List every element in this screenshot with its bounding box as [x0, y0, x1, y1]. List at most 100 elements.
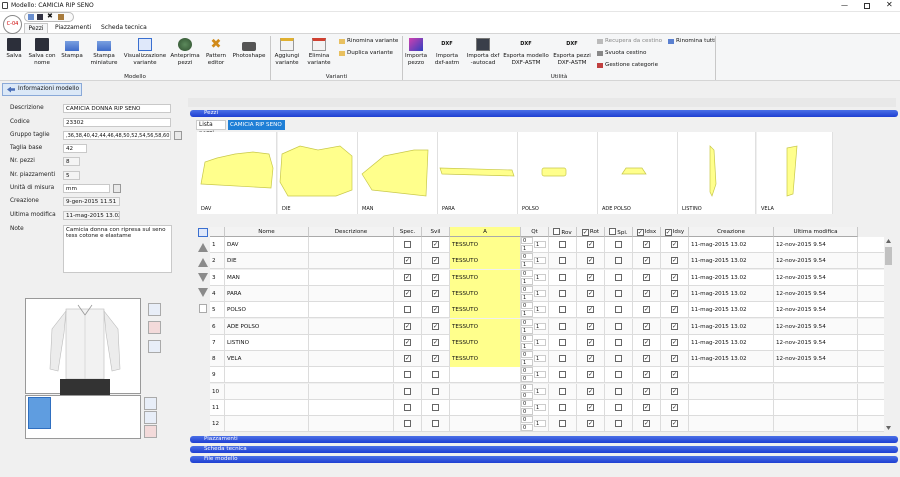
cell-creazione[interactable] — [689, 416, 774, 433]
cell-creazione[interactable]: 11-mag-2015 13.02 — [689, 237, 774, 253]
cell-idsy-checkbox[interactable]: ✓ — [671, 273, 678, 281]
cell-svil[interactable] — [422, 416, 450, 433]
cell-spec[interactable]: ✓ — [394, 351, 422, 368]
col-descrizione[interactable]: Descrizione — [309, 227, 394, 237]
cell-svil-checkbox[interactable]: ✓ — [432, 257, 439, 265]
cell-idsy-checkbox[interactable]: ✓ — [671, 338, 678, 346]
col-a[interactable]: A — [450, 227, 521, 237]
cell-idsx-checkbox[interactable]: ✓ — [643, 257, 650, 265]
cell-nome[interactable]: DAV — [225, 237, 309, 253]
cell-svil-checkbox[interactable]: ✓ — [432, 289, 439, 297]
row-index[interactable]: 11 — [210, 400, 225, 416]
cell-rov-checkbox[interactable] — [559, 387, 566, 395]
codice-field[interactable]: 23302 — [63, 118, 171, 127]
col-idsy[interactable]: ✓ Idsy — [661, 227, 689, 237]
qt-value[interactable]: 1 — [521, 261, 533, 269]
minimize-icon[interactable]: — — [841, 1, 848, 9]
cell-rot-checkbox[interactable]: ✓ — [587, 257, 594, 265]
cell-spec-checkbox[interactable]: ✓ — [404, 338, 411, 346]
cell-spec[interactable] — [394, 416, 422, 433]
table-row[interactable]: 10 0 1 0 ✓ ✓ ✓ — [210, 383, 886, 400]
cell-idsx-checkbox[interactable]: ✓ — [643, 404, 650, 411]
cell-rov[interactable] — [549, 302, 577, 319]
importa-dxf-astm-button[interactable]: DXF Importa dxf-astm — [433, 38, 461, 66]
row-index[interactable]: 3 — [210, 269, 225, 286]
scroll-up-icon[interactable] — [886, 239, 891, 243]
elimina-variante-button[interactable]: Elimina variante — [305, 38, 333, 66]
cell-a[interactable]: TESSUTO — [450, 253, 521, 270]
row-index[interactable]: 5 — [210, 302, 225, 319]
cell-qt[interactable]: 011 — [521, 253, 549, 270]
edit-photo-icon[interactable] — [148, 340, 161, 353]
cell-svil[interactable]: ✓ — [422, 285, 450, 302]
cell-spec-checkbox[interactable] — [404, 306, 411, 314]
cell-rot[interactable]: ✓ — [577, 383, 605, 400]
cell-nome[interactable]: MAN — [225, 269, 309, 286]
shape-dav[interactable]: DAV — [197, 132, 277, 214]
cell-creazione[interactable]: 11-mag-2015 13.02 — [689, 351, 774, 368]
cell-spec-checkbox[interactable] — [404, 404, 411, 411]
cell-idsy[interactable]: ✓ — [661, 302, 689, 319]
cell-spec[interactable]: ✓ — [394, 318, 422, 335]
col-idsy-checkbox[interactable]: ✓ — [664, 229, 672, 236]
cell-rov-checkbox[interactable] — [559, 338, 566, 346]
cell-nome[interactable]: DIE — [225, 253, 309, 270]
descrizione-field[interactable]: CAMICIA DONNA RIP SENO — [63, 104, 171, 113]
cell-spec-checkbox[interactable] — [404, 420, 411, 428]
col-spi-checkbox[interactable] — [609, 228, 617, 235]
cell-descrizione[interactable] — [309, 367, 394, 384]
cell-rot-checkbox[interactable]: ✓ — [587, 420, 594, 428]
unita-misura-field[interactable]: mm — [63, 184, 110, 193]
cell-spec-checkbox[interactable] — [404, 387, 411, 395]
col-rot[interactable]: ✓ Rot — [577, 227, 605, 237]
paste-icon[interactable] — [58, 14, 64, 20]
cell-descrizione[interactable] — [309, 237, 394, 253]
cell-svil-checkbox[interactable]: ✓ — [432, 306, 439, 314]
rinomina-variante-button[interactable]: Rinomina variante — [339, 38, 398, 44]
cell-idsy[interactable]: ✓ — [661, 237, 689, 253]
cell-descrizione[interactable] — [309, 334, 394, 351]
cell-idsy[interactable]: ✓ — [661, 253, 689, 270]
cell-ultima-modifica[interactable]: 12-nov-2015 9.54 — [774, 302, 858, 319]
cell-rot[interactable]: ✓ — [577, 400, 605, 416]
col-spi[interactable]: Spi. — [605, 227, 633, 237]
cell-a[interactable]: TESSUTO — [450, 334, 521, 351]
cell-svil[interactable]: ✓ — [422, 269, 450, 286]
col-rot-checkbox[interactable]: ✓ — [581, 229, 589, 236]
cell-ultima-modifica[interactable]: 12-nov-2015 9.54 — [774, 269, 858, 286]
cell-svil[interactable]: ✓ — [422, 334, 450, 351]
thumb-delete-icon[interactable] — [144, 425, 157, 438]
cell-idsy[interactable]: ✓ — [661, 383, 689, 400]
cell-idsy-checkbox[interactable]: ✓ — [671, 257, 678, 265]
thumb-add-icon[interactable] — [144, 397, 157, 410]
cell-spec-checkbox[interactable]: ✓ — [404, 289, 411, 297]
cell-rov[interactable] — [549, 351, 577, 368]
cell-idsy[interactable]: ✓ — [661, 269, 689, 286]
cell-rov[interactable] — [549, 285, 577, 302]
qt-value[interactable]: 0 — [521, 237, 533, 244]
cell-idsx[interactable]: ✓ — [633, 400, 661, 416]
cell-rot[interactable]: ✓ — [577, 351, 605, 368]
aggiungi-variante-button[interactable]: Aggiungi variante — [273, 38, 301, 66]
cell-spec[interactable] — [394, 237, 422, 253]
cell-svil[interactable] — [422, 383, 450, 400]
cell-spec[interactable] — [394, 400, 422, 416]
thumbnail-image[interactable] — [28, 397, 51, 429]
add-photo-icon[interactable] — [148, 303, 161, 316]
cell-rot-checkbox[interactable]: ✓ — [587, 241, 594, 248]
qt-value[interactable]: 0 — [521, 391, 533, 399]
qt-value[interactable]: 1 — [534, 338, 546, 346]
stampa-miniature-button[interactable]: Stampa miniature — [87, 38, 121, 66]
cell-a[interactable]: TESSUTO — [450, 318, 521, 335]
cell-nome[interactable]: VELA — [225, 351, 309, 368]
scroll-down-icon[interactable] — [886, 426, 891, 430]
cell-rov-checkbox[interactable] — [559, 371, 566, 379]
cell-rot[interactable]: ✓ — [577, 237, 605, 253]
cell-idsy[interactable]: ✓ — [661, 351, 689, 368]
row-index[interactable]: 2 — [210, 253, 225, 270]
cell-rot[interactable]: ✓ — [577, 253, 605, 270]
table-row[interactable]: 5 POLSO ✓ TESSUTO 0 1 1 ✓ ✓ ✓ 11-mag-2015 13.02 12-… — [210, 302, 886, 319]
cell-rov-checkbox[interactable] — [559, 420, 566, 428]
stampa-button[interactable]: Stampa — [59, 38, 85, 60]
cell-rot-checkbox[interactable]: ✓ — [587, 306, 594, 314]
